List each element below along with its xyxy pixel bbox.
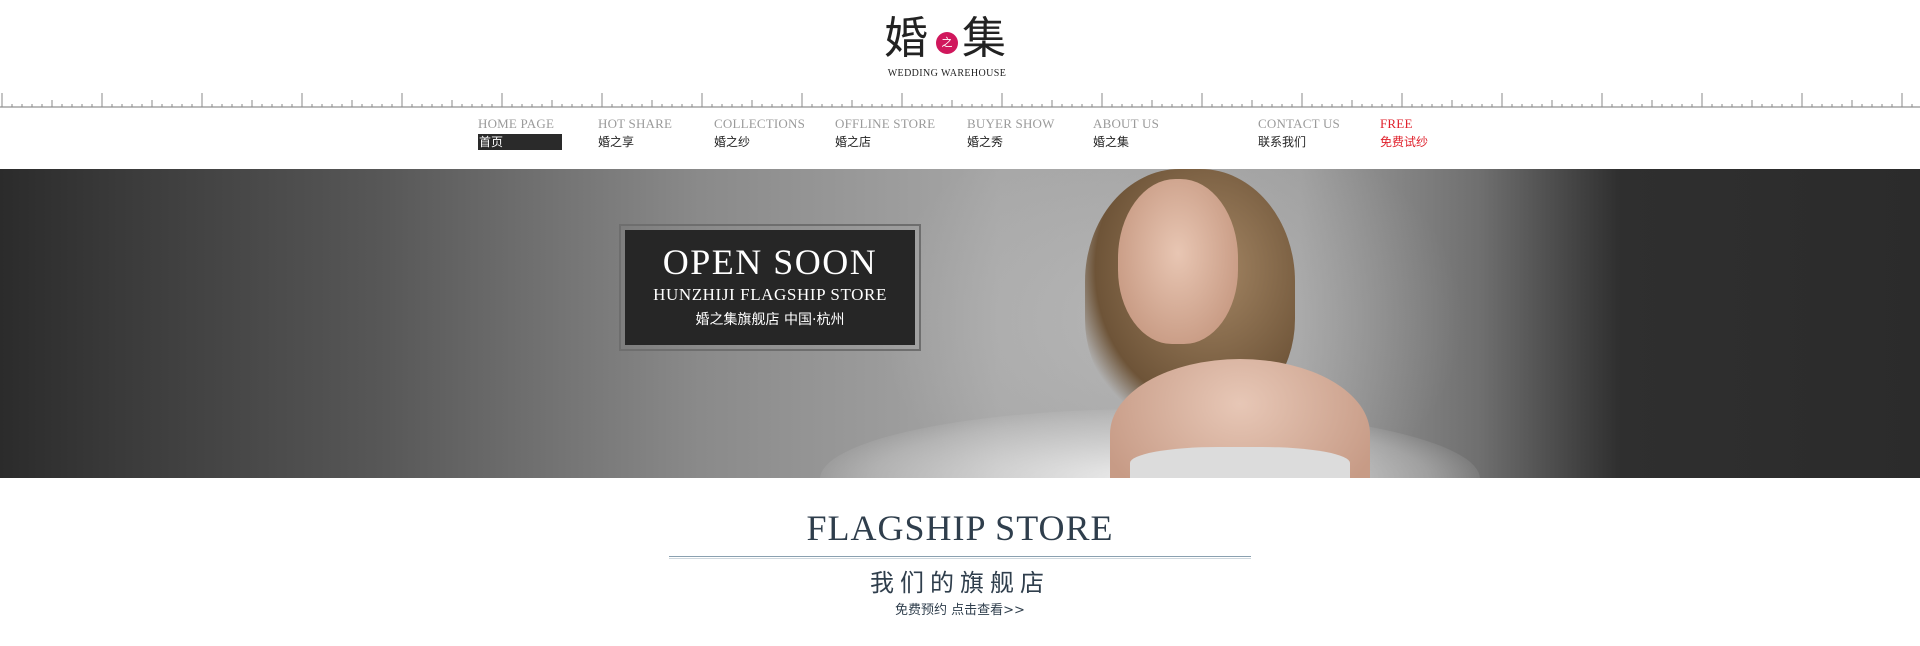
nav-item-buyer-show[interactable]: BUYER SHOW 婚之秀 [967,116,1055,154]
nav-item-label-en: COLLECTIONS [714,116,806,131]
nav-item-label-cn: 婚之集 [1093,135,1130,149]
banner-model-face [1118,179,1238,344]
nav-item-label-en: ABOUT US [1093,116,1160,131]
nav-item-label-en: FREE [1380,116,1413,131]
ruler-divider [0,93,1920,108]
nav-item-offline-store[interactable]: OFFLINE STORE 婚之店 [835,116,935,154]
nav-item-label-cn: 婚之秀 [967,135,1004,149]
logo-char-2: 集 [962,13,1006,64]
logo-subtitle: WEDDING WAREHOUSE [887,68,1007,79]
badge-location: 婚之集旗舰店 中国·杭州 [695,312,845,328]
section-divider [669,556,1251,559]
nav-item-label-cn: 婚之享 [598,135,635,149]
nav-item-contact-us[interactable]: CONTACT US 联系我们 [1258,116,1340,154]
hero-banner[interactable]: OPEN SOON HUNZHIJI FLAGSHIP STORE 婚之集旗舰店… [0,169,1920,478]
badge-title: OPEN SOON [662,242,878,282]
badge-subtitle: HUNZHIJI FLAGSHIP STORE [653,285,887,304]
nav-item-collections[interactable]: COLLECTIONS 婚之纱 [714,116,805,154]
open-soon-badge: OPEN SOON HUNZHIJI FLAGSHIP STORE 婚之集旗舰店… [619,224,921,351]
nav-item-label-en: HOT SHARE [598,116,673,131]
nav-item-label-cn: 联系我们 [1258,135,1307,149]
nav-item-label-en: OFFLINE STORE [835,116,936,131]
nav-item-label-en: CONTACT US [1258,116,1340,131]
nav-item-label-en: HOME PAGE [478,116,555,131]
nav-item-label-cn: 婚之店 [835,135,872,149]
nav-item-free-trial[interactable]: FREE 免费试纱 [1380,116,1428,154]
nav-item-about-us[interactable]: ABOUT US 婚之集 [1093,116,1159,154]
banner-model-bodice [1130,447,1350,478]
logo-dot: 之 [936,32,958,54]
logo-mark: 婚 之 集 [884,14,1010,64]
nav-item-label-cn: 免费试纱 [1380,135,1429,149]
section-title: FLAGSHIP STORE [806,508,1114,548]
nav-item-label-cn: 婚之纱 [714,135,751,149]
site-logo[interactable]: 婚 之 集 WEDDING WAREHOUSE [884,14,1010,82]
nav-item-hot-share[interactable]: HOT SHARE 婚之享 [598,116,672,154]
main-nav: HOME PAGE 首页 HOT SHARE 婚之享 COLLECTIONS 婚… [0,116,1920,154]
section-subtitle: 我们的旗舰店 [870,569,1050,597]
flagship-section: FLAGSHIP STORE 我们的旗舰店 免费预约 点击查看>> [0,506,1920,621]
booking-link[interactable]: 免费预约 点击查看>> [895,601,1025,621]
nav-item-label-cn: 首页 [478,134,562,150]
nav-item-home[interactable]: HOME PAGE 首页 [478,116,562,154]
logo-char-1: 婚 [884,13,928,64]
open-soon-badge-inner: OPEN SOON HUNZHIJI FLAGSHIP STORE 婚之集旗舰店… [625,230,915,345]
nav-item-label-en: BUYER SHOW [967,116,1055,131]
